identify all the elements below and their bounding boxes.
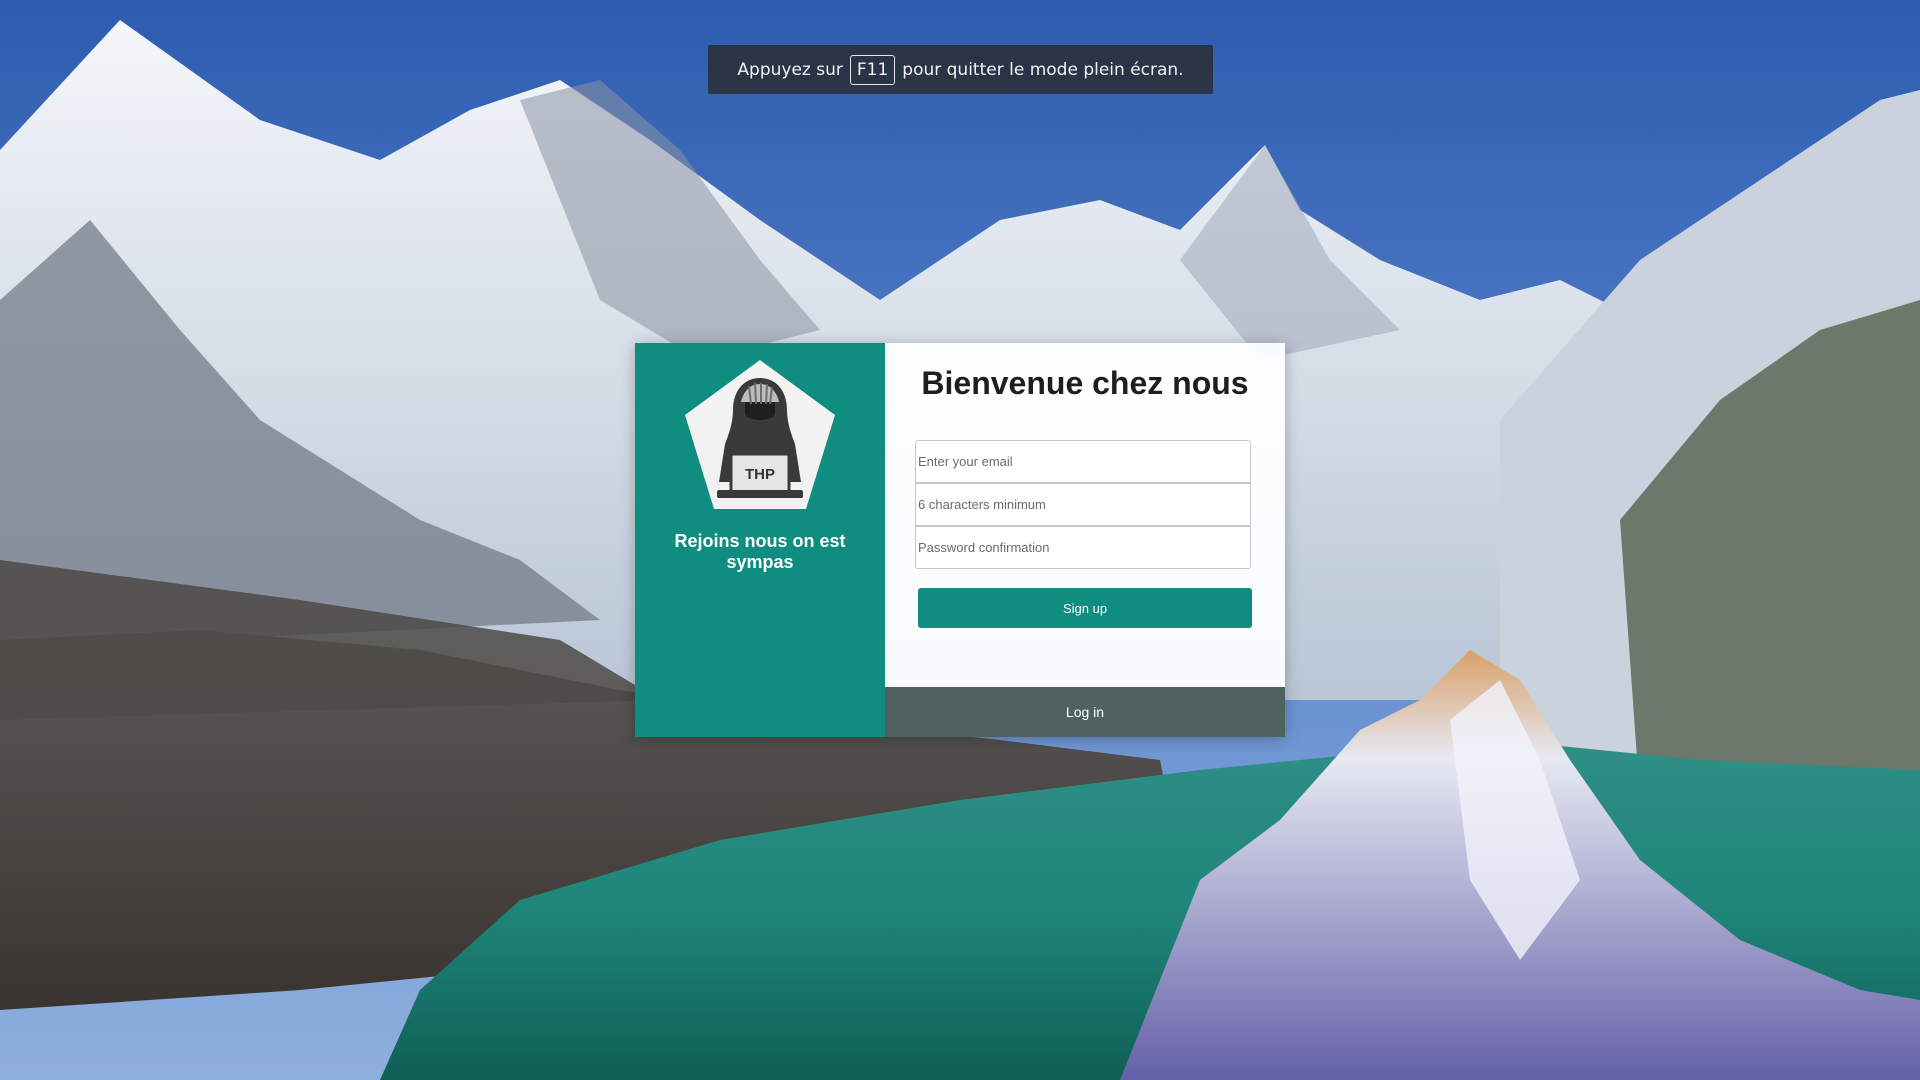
form-panel: Bienvenue chez nous Sign up Log in [885,343,1285,737]
password-confirmation-field[interactable] [915,526,1251,569]
signup-fields [915,440,1251,569]
hacker-hood-icon: THP [685,360,835,509]
svg-text:THP: THP [745,466,775,483]
brand-panel: THP Rejoins nous on est sympas [635,343,885,737]
email-field[interactable] [915,440,1251,483]
login-link[interactable]: Log in [885,687,1285,737]
password-field[interactable] [915,483,1251,526]
brand-tagline: Rejoins nous on est sympas [674,531,846,572]
fullscreen-notice-prefix: Appuyez sur [737,59,843,80]
f11-key-badge: F11 [849,54,896,85]
fullscreen-notice: Appuyez sur F11 pour quitter le mode ple… [708,45,1213,94]
signup-button[interactable]: Sign up [918,588,1252,628]
page-title: Bienvenue chez nous [921,365,1249,401]
fullscreen-notice-suffix: pour quitter le mode plein écran. [902,59,1184,80]
signup-card: THP Rejoins nous on est sympas Bienvenue… [635,343,1285,737]
